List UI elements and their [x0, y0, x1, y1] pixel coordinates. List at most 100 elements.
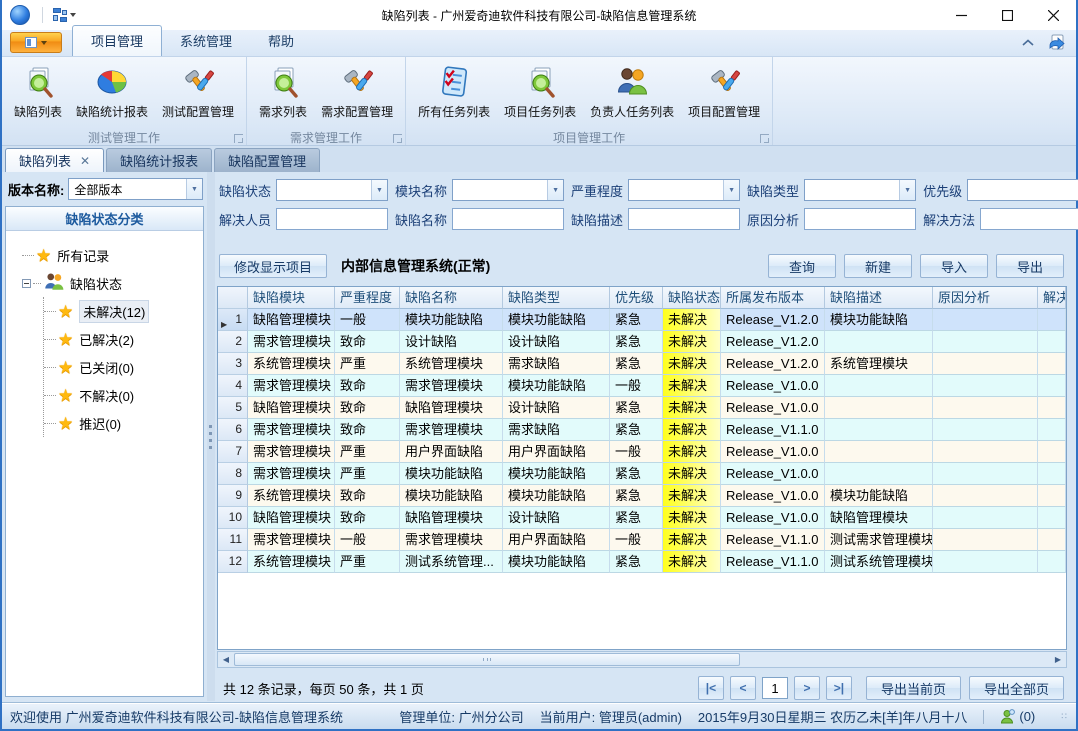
table-row[interactable]: 12系统管理模块严重测试系统管理...模块功能缺陷紧急未解决Release_V1…: [218, 551, 1066, 573]
filter-combo-严重程度[interactable]: ▼: [628, 179, 740, 201]
table-row[interactable]: 2需求管理模块致命设计缺陷设计缺陷紧急未解决Release_V1.2.0: [218, 331, 1066, 353]
cell: 一般: [610, 375, 663, 397]
filter-combo-缺陷状态[interactable]: ▼: [276, 179, 388, 201]
tree-item-不解决(0)[interactable]: ★不解决(0): [44, 381, 203, 409]
tree-item-已关闭(0)[interactable]: ★已关闭(0): [44, 353, 203, 381]
doc-tab-缺陷列表[interactable]: 缺陷列表✕: [5, 148, 104, 172]
dialog-launcher-icon[interactable]: [393, 134, 402, 143]
filter-field-优先级: 优先级▼: [923, 179, 1078, 201]
horizontal-scrollbar[interactable]: ◀ ▶: [217, 651, 1067, 668]
filter-combo-缺陷类型[interactable]: ▼: [804, 179, 916, 201]
page-number-input[interactable]: [762, 677, 788, 699]
action-button-导出[interactable]: 导出: [996, 254, 1064, 278]
splitter-handle[interactable]: [207, 172, 215, 701]
table-row[interactable]: 8需求管理模块严重模块功能缺陷模块功能缺陷紧急未解决Release_V1.0.0: [218, 463, 1066, 485]
ribbon-button-缺陷列表[interactable]: 缺陷列表: [8, 61, 68, 123]
filter-field-解决方法: 解决方法: [923, 208, 1078, 230]
ribbon-tab-帮助[interactable]: 帮助: [250, 26, 312, 56]
tree-item-所有记录[interactable]: ★所有记录: [22, 241, 203, 269]
cell: 致命: [335, 375, 400, 397]
tree-item-缺陷状态[interactable]: 缺陷状态: [22, 269, 203, 297]
scroll-right-icon[interactable]: ▶: [1050, 652, 1066, 667]
cell: [1038, 463, 1066, 485]
column-header-缺陷类型[interactable]: 缺陷类型: [503, 287, 610, 309]
filter-input-缺陷名称[interactable]: [452, 208, 564, 230]
table-row[interactable]: 7需求管理模块严重用户界面缺陷用户界面缺陷一般未解决Release_V1.0.0: [218, 441, 1066, 463]
ribbon-button-缺陷统计报表[interactable]: 缺陷统计报表: [70, 61, 154, 123]
scroll-left-icon[interactable]: ◀: [218, 652, 234, 667]
cell: 未解决: [663, 485, 721, 507]
column-header-解决[interactable]: 解决: [1038, 287, 1066, 309]
tree-item-已解决(2)[interactable]: ★已解决(2): [44, 325, 203, 353]
ribbon-button-项目配置管理[interactable]: 项目配置管理: [682, 61, 766, 123]
ribbon-button-测试配置管理[interactable]: 测试配置管理: [156, 61, 240, 123]
column-header-优先级[interactable]: 优先级: [610, 287, 663, 309]
cell: 未解决: [663, 507, 721, 529]
table-row[interactable]: 3系统管理模块严重系统管理模块需求缺陷紧急未解决Release_V1.2.0系统…: [218, 353, 1066, 375]
table-row[interactable]: 6需求管理模块致命需求管理模块需求缺陷紧急未解决Release_V1.1.0: [218, 419, 1066, 441]
ribbon-button-需求列表[interactable]: 需求列表: [253, 61, 313, 123]
export-all-pages-button[interactable]: 导出全部页: [969, 676, 1064, 700]
filter-input-解决人员[interactable]: [276, 208, 388, 230]
column-header-严重程度[interactable]: 严重程度: [335, 287, 400, 309]
message-indicator[interactable]: (0): [1000, 709, 1035, 724]
column-header-原因分析[interactable]: 原因分析: [933, 287, 1038, 309]
tree-item-未解决(12)[interactable]: ★未解决(12): [44, 297, 203, 325]
action-button-导入[interactable]: 导入: [920, 254, 988, 278]
modify-columns-button[interactable]: 修改显示项目: [219, 254, 327, 278]
next-page-button[interactable]: >: [794, 676, 820, 700]
export-current-page-button[interactable]: 导出当前页: [866, 676, 961, 700]
table-row[interactable]: 9系统管理模块致命模块功能缺陷模块功能缺陷紧急未解决Release_V1.0.0…: [218, 485, 1066, 507]
cell: 需求管理模块: [400, 529, 503, 551]
table-row[interactable]: 10缺陷管理模块致命缺陷管理模块设计缺陷紧急未解决Release_V1.0.0缺…: [218, 507, 1066, 529]
filter-input-缺陷描述[interactable]: [628, 208, 740, 230]
cell: [933, 309, 1038, 331]
maximize-button[interactable]: [984, 0, 1030, 30]
action-button-查询[interactable]: 查询: [768, 254, 836, 278]
minimize-button[interactable]: [938, 0, 984, 30]
ribbon-button-需求配置管理[interactable]: 需求配置管理: [315, 61, 399, 123]
resize-grip-icon[interactable]: ∷: [1061, 711, 1068, 722]
last-page-button[interactable]: >|: [826, 676, 852, 700]
application-menu-button[interactable]: [10, 32, 62, 53]
collapse-ribbon-button[interactable]: [1022, 39, 1034, 47]
filter-input-解决方法[interactable]: [980, 208, 1078, 230]
filter-label: 原因分析: [747, 210, 799, 229]
table-row[interactable]: 5缺陷管理模块致命缺陷管理模块设计缺陷紧急未解决Release_V1.0.0: [218, 397, 1066, 419]
ribbon-button-负责人任务列表[interactable]: 负责人任务列表: [584, 61, 680, 123]
table-row[interactable]: 4需求管理模块致命需求管理模块模块功能缺陷一般未解决Release_V1.0.0: [218, 375, 1066, 397]
action-button-新建[interactable]: 新建: [844, 254, 912, 278]
scrollbar-thumb[interactable]: [234, 653, 740, 666]
cell: 缺陷管理模块: [248, 397, 335, 419]
ribbon-button-项目任务列表[interactable]: 项目任务列表: [498, 61, 582, 123]
quick-access-toolbar-button[interactable]: [49, 6, 80, 24]
doc-tab-缺陷配置管理[interactable]: 缺陷配置管理: [214, 148, 320, 172]
column-header-缺陷名称[interactable]: 缺陷名称: [400, 287, 503, 309]
first-page-button[interactable]: |<: [698, 676, 724, 700]
column-header-缺陷模块[interactable]: 缺陷模块: [248, 287, 335, 309]
column-header-缺陷状态[interactable]: 缺陷状态: [663, 287, 721, 309]
prev-page-button[interactable]: <: [730, 676, 756, 700]
cell: [1038, 419, 1066, 441]
filter-combo-优先级[interactable]: ▼: [967, 179, 1078, 201]
expander-minus-icon[interactable]: [22, 279, 31, 288]
column-header-缺陷描述[interactable]: 缺陷描述: [825, 287, 933, 309]
version-select[interactable]: 全部版本 ▼: [68, 178, 203, 200]
filter-combo-模块名称[interactable]: ▼: [452, 179, 564, 201]
filter-input-原因分析[interactable]: [804, 208, 916, 230]
dialog-launcher-icon[interactable]: [234, 134, 243, 143]
close-tab-icon[interactable]: ✕: [80, 155, 90, 167]
table-row[interactable]: 11需求管理模块一般需求管理模块用户界面缺陷一般未解决Release_V1.1.…: [218, 529, 1066, 551]
table-row[interactable]: 1▶缺陷管理模块一般模块功能缺陷模块功能缺陷紧急未解决Release_V1.2.…: [218, 309, 1066, 331]
dialog-launcher-icon[interactable]: [760, 134, 769, 143]
help-button[interactable]: [1048, 34, 1066, 52]
ribbon-tab-系统管理[interactable]: 系统管理: [162, 26, 250, 56]
row-number: 11: [218, 529, 248, 551]
scrollbar-track[interactable]: [234, 652, 1050, 667]
tree-item-推迟(0)[interactable]: ★推迟(0): [44, 409, 203, 437]
close-button[interactable]: [1030, 0, 1076, 30]
ribbon-tab-项目管理[interactable]: 项目管理: [72, 25, 162, 56]
column-header-所属发布版本[interactable]: 所属发布版本: [721, 287, 825, 309]
doc-tab-缺陷统计报表[interactable]: 缺陷统计报表: [106, 148, 212, 172]
ribbon-button-所有任务列表[interactable]: 所有任务列表: [412, 61, 496, 123]
